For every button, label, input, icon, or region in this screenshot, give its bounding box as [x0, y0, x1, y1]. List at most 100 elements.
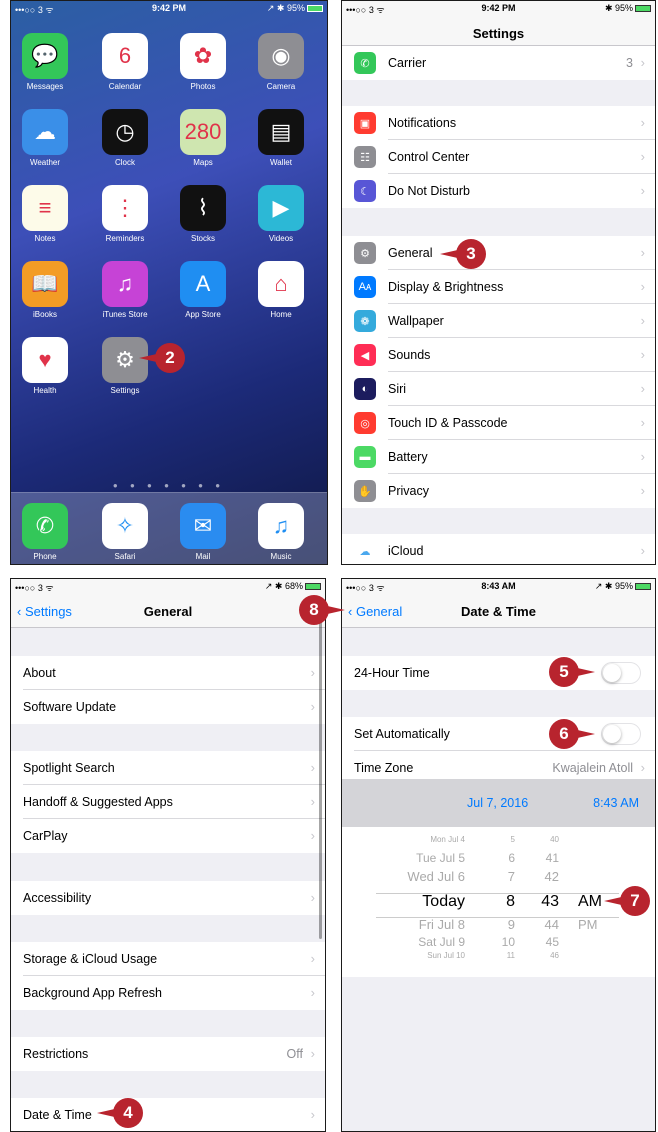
- general-row-background-app-refresh[interactable]: Background App Refresh ›: [11, 976, 325, 1010]
- moon-icon: ☾: [354, 180, 376, 202]
- picker-hours-item[interactable]: 9: [508, 917, 515, 932]
- scroll-indicator[interactable]: [319, 619, 322, 939]
- picker-minutes-item[interactable]: 46: [550, 951, 559, 960]
- row-label: CarPlay: [23, 829, 68, 843]
- settings-row-display-brightness[interactable]: Aᴀ Display & Brightness ›: [342, 270, 655, 304]
- chevron-right-icon: ›: [310, 699, 315, 714]
- status-bar: •••○○ 3 ᯤ 9:42 PM ↗ ✱ 95%: [11, 1, 327, 16]
- row-label: Notifications: [388, 116, 457, 130]
- picker-hours-item[interactable]: 10: [502, 935, 515, 949]
- picker-days-item[interactable]: Tue Jul 5: [416, 851, 465, 865]
- picker-minutes-item[interactable]: 44: [545, 917, 559, 932]
- settings-row-do-not-disturb[interactable]: ☾ Do Not Disturb ›: [342, 174, 655, 208]
- settings-row-privacy[interactable]: ✋ Privacy ›: [342, 474, 655, 508]
- settings-row-icloud[interactable]: ☁ iCloud ›: [342, 534, 655, 564]
- general-row-software-update[interactable]: Software Update ›: [11, 690, 325, 724]
- picker-minutes-item[interactable]: 43: [541, 893, 559, 911]
- dock-app-phone[interactable]: ✆ Phone: [15, 503, 75, 561]
- app-weather[interactable]: ☁ Weather: [15, 109, 75, 167]
- picker-hours-item[interactable]: 6: [508, 851, 515, 865]
- chevron-right-icon: ›: [640, 415, 645, 430]
- picker-days-item[interactable]: Today: [422, 893, 465, 911]
- app-app-store[interactable]: A App Store: [173, 261, 233, 319]
- chevron-right-icon: ›: [640, 483, 645, 498]
- app-stocks[interactable]: ⌇ Stocks: [173, 185, 233, 243]
- general-row-carplay[interactable]: CarPlay ›: [11, 819, 325, 853]
- app-wallet[interactable]: ▤ Wallet: [251, 109, 311, 167]
- picker-ampm-item[interactable]: AM: [578, 893, 602, 911]
- general-row-date-time[interactable]: Date & Time ›: [11, 1098, 325, 1131]
- picker-days-item[interactable]: Fri Jul 8: [419, 917, 465, 932]
- settings-row-sounds[interactable]: ◀ Sounds ›: [342, 338, 655, 372]
- general-row-handoff-suggested-apps[interactable]: Handoff & Suggested Apps ›: [11, 785, 325, 819]
- notes-icon: ≡: [22, 185, 68, 231]
- dock-app-music[interactable]: ♫ Music: [251, 503, 311, 561]
- settings-row-general[interactable]: ⚙ General ›: [342, 236, 655, 270]
- clock-icon: ◷: [102, 109, 148, 155]
- general-row-storage-icloud-usage[interactable]: Storage & iCloud Usage ›: [11, 942, 325, 976]
- app-clock[interactable]: ◷ Clock: [95, 109, 155, 167]
- settings-row-touch-id-passcode[interactable]: ◎ Touch ID & Passcode ›: [342, 406, 655, 440]
- app-label: Phone: [33, 552, 57, 561]
- chevron-right-icon: ›: [310, 890, 315, 905]
- settings-row-carrier[interactable]: ✆ Carrier 3 ›: [342, 46, 655, 80]
- settings-row-notifications[interactable]: ▣ Notifications ›: [342, 106, 655, 140]
- picker-hours-item[interactable]: 11: [507, 951, 515, 960]
- toggle-24-hour[interactable]: [601, 662, 641, 684]
- row-label: Siri: [388, 382, 407, 396]
- current-time[interactable]: 8:43 AM: [593, 796, 639, 810]
- picker-minutes-item[interactable]: 40: [550, 835, 559, 844]
- app-maps[interactable]: 280 Maps: [173, 109, 233, 167]
- app-health[interactable]: ♥ Health: [15, 337, 75, 395]
- app-label: Videos: [268, 234, 294, 243]
- carrier-signal: •••○○ 3 ᯤ: [15, 583, 54, 593]
- row-label: Time Zone: [354, 761, 414, 775]
- general-row-about[interactable]: About ›: [11, 656, 325, 690]
- app-home[interactable]: ⌂ Home: [251, 261, 311, 319]
- picker-days-item[interactable]: Mon Jul 4: [430, 835, 465, 844]
- general-row-spotlight-search[interactable]: Spotlight Search ›: [11, 751, 325, 785]
- app-videos[interactable]: ▶ Videos: [251, 185, 311, 243]
- app-label: Clock: [114, 158, 135, 167]
- app-ibooks[interactable]: 📖 iBooks: [15, 261, 75, 319]
- picker-minutes-item[interactable]: 45: [546, 935, 559, 949]
- app-camera[interactable]: ◉ Camera: [251, 33, 311, 91]
- app-label: Maps: [193, 158, 213, 167]
- app-messages[interactable]: 💬 Messages: [15, 33, 75, 91]
- row-label: Date & Time: [23, 1108, 92, 1122]
- picker-ampm-item[interactable]: PM: [578, 917, 598, 932]
- general-row-restrictions[interactable]: Restrictions Off ›: [11, 1037, 325, 1071]
- date-time-header[interactable]: Jul 7, 2016 8:43 AM: [342, 779, 655, 827]
- picker-minutes-item[interactable]: 42: [545, 869, 559, 884]
- app-photos[interactable]: ✿ Photos: [173, 33, 233, 91]
- picker-days-item[interactable]: Sun Jul 10: [427, 951, 465, 960]
- app-reminders[interactable]: ⋮ Reminders: [95, 185, 155, 243]
- settings-row-wallpaper[interactable]: ❁ Wallpaper ›: [342, 304, 655, 338]
- row-label: iCloud: [388, 544, 424, 558]
- settings-row-siri[interactable]: ◐ Siri ›: [342, 372, 655, 406]
- nav-bar: Settings: [342, 16, 655, 46]
- row-value: 3: [626, 56, 633, 70]
- dock-app-mail[interactable]: ✉ Mail: [173, 503, 233, 561]
- toggle-set-automatically[interactable]: [601, 723, 641, 745]
- app-notes[interactable]: ≡ Notes: [15, 185, 75, 243]
- settings-row-battery[interactable]: ▬ Battery ›: [342, 440, 655, 474]
- chevron-right-icon: ›: [310, 1046, 315, 1061]
- app-itunes-store[interactable]: ♫ iTunes Store: [95, 261, 155, 319]
- app-calendar[interactable]: 6 Calendar: [95, 33, 155, 91]
- dock-app-safari[interactable]: ✧ Safari: [95, 503, 155, 561]
- general-row-accessibility[interactable]: Accessibility ›: [11, 881, 325, 915]
- picker-hours-item[interactable]: 5: [511, 835, 515, 844]
- row-label: Handoff & Suggested Apps: [23, 795, 173, 809]
- picker-hours-item[interactable]: 7: [508, 869, 515, 884]
- picker-days-item[interactable]: Wed Jul 6: [407, 869, 465, 884]
- fingerprint-icon: ◎: [354, 412, 376, 434]
- status-bar: •••○○ 3 ᯤ 9:42 PM ✱ 95%: [342, 1, 655, 16]
- app-label: Reminders: [105, 234, 145, 243]
- current-date[interactable]: Jul 7, 2016: [467, 796, 528, 810]
- chevron-right-icon: ›: [640, 55, 645, 70]
- picker-hours-item[interactable]: 8: [506, 893, 515, 911]
- picker-days-item[interactable]: Sat Jul 9: [418, 935, 465, 949]
- settings-row-control-center[interactable]: ☷ Control Center ›: [342, 140, 655, 174]
- picker-minutes-item[interactable]: 41: [546, 851, 559, 865]
